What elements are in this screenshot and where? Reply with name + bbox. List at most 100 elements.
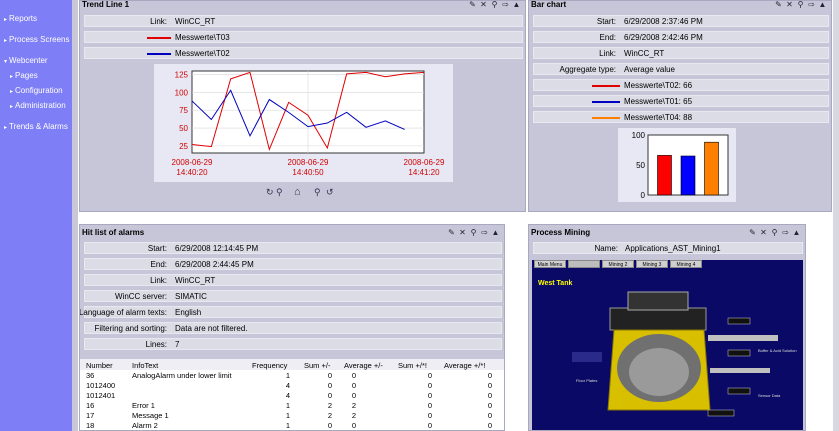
mining-name-label: Name: [594, 244, 618, 253]
alarm-info-label: WinCC server: [114, 292, 167, 301]
alarm-info-label: Filtering and sorting: [94, 324, 167, 333]
table-cell: 0 [351, 391, 356, 400]
trend-link-label: Link: [150, 17, 167, 26]
export-icon[interactable]: ⇨ [480, 228, 489, 237]
legend-swatch [147, 53, 171, 55]
table-cell: 0 [487, 391, 492, 400]
bar-info-row: Aggregate type: Average value [533, 63, 829, 75]
table-row[interactable]: 1012401 4 0 0 0 0 [80, 390, 504, 400]
mining-tank-graphic [572, 291, 778, 417]
table-cell: 0 [487, 371, 492, 380]
triangle-right-icon: ▸ [4, 17, 8, 23]
table-row[interactable]: 17 Message 1 1 2 2 0 0 [80, 410, 504, 420]
nav-item-process-screens[interactable]: ▸ Process Screens [4, 35, 69, 44]
edit-icon[interactable]: ✎ [748, 228, 757, 237]
export-icon[interactable]: ⇨ [501, 1, 510, 9]
bar-legend-row: Messwerte\T04: 88 [533, 111, 829, 123]
close-icon[interactable]: ✕ [785, 1, 794, 9]
nav-item-configuration[interactable]: ▸ Configuration [10, 86, 63, 95]
properties-icon[interactable]: ⚲ [490, 1, 499, 9]
alarm-column-header[interactable]: Sum +/*! [398, 361, 427, 370]
collapse-icon[interactable]: ▲ [792, 228, 801, 237]
nav-item-webcenter[interactable]: ▾ Webcenter [4, 56, 48, 65]
alarm-column-header[interactable]: InfoText [132, 361, 158, 370]
process-mining-screen[interactable]: Main Menu Mining 1 Mining 2 Mining 3 Mining … [532, 260, 803, 430]
nav-item-label: Webcenter [9, 56, 48, 65]
alarm-column-header[interactable]: Frequency [252, 361, 287, 370]
export-icon[interactable]: ⇨ [807, 1, 816, 9]
triangle-right-icon: ▸ [4, 125, 8, 131]
table-cell: 17 [86, 411, 95, 420]
alarm-column-header[interactable]: Number [86, 361, 113, 370]
bar-info-value: 6/29/2008 2:42:46 PM [624, 33, 703, 42]
alarm-column-header[interactable]: Sum +/- [304, 361, 330, 370]
table-cell: 0 [327, 371, 332, 380]
mining-name-row: Name: Applications_AST_Mining1 [533, 242, 803, 254]
x-tick-time: 14:41:20 [408, 168, 440, 177]
alarm-column-header[interactable]: Average +/*! [444, 361, 485, 370]
alarm-info-row: Lines: 7 [84, 338, 502, 350]
edit-icon[interactable]: ✎ [774, 1, 783, 9]
table-row[interactable]: 18 Alarm 2 1 0 0 0 0 [80, 420, 504, 430]
properties-icon[interactable]: ⚲ [469, 228, 478, 237]
legend-swatch [592, 117, 620, 119]
trend-legend-label-1: Messwerte\T03 [175, 33, 230, 42]
alarm-table: Number InfoText Frequency Sum +/- Average +/… [80, 359, 504, 430]
edit-icon[interactable]: ✎ [468, 1, 477, 9]
table-cell: 16 [86, 401, 95, 410]
trend-chart-area: 125 100 75 50 25 2008-06-29 14:40:20 2008-06-29… [154, 64, 453, 182]
zoom-reset-icon[interactable]: ↻ [266, 187, 274, 198]
alarm-info-row: Language of alarm texts: English [80, 306, 502, 318]
trend-panel-title: Trend Line 1 [82, 0, 130, 9]
close-icon[interactable]: ✕ [458, 228, 467, 237]
table-cell: 0 [351, 371, 356, 380]
nav-item-trends-alarms[interactable]: ▸ Trends & Alarms [4, 122, 68, 131]
table-cell: 2 [351, 401, 356, 410]
alarm-column-header[interactable]: Average +/- [344, 361, 383, 370]
nav-item-reports[interactable]: ▸ Reports [4, 14, 37, 23]
x-tick-date: 2008-06-29 [404, 158, 445, 167]
nav-item-administration[interactable]: ▸ Administration [10, 101, 66, 110]
mining-name-value: Applications_AST_Mining1 [625, 244, 721, 253]
alarm-info-label: Start: [147, 244, 167, 253]
nav-item-label: Reports [9, 14, 38, 23]
properties-icon[interactable]: ⚲ [770, 228, 779, 237]
table-row[interactable]: 36 AnalogAlarm under lower limit 1 0 0 0 0 [80, 370, 504, 380]
alarm-info-label: End: [150, 260, 167, 269]
vertical-scrollbar[interactable] [833, 0, 839, 431]
alarm-info-row: Filtering and sorting: Data are not filte… [84, 322, 502, 334]
export-icon[interactable]: ⇨ [781, 228, 790, 237]
edit-icon[interactable]: ✎ [447, 228, 456, 237]
collapse-icon[interactable]: ▲ [818, 1, 827, 9]
table-cell: 18 [86, 421, 95, 430]
trend-chart: 1251007550252008-06-2914:40:202008-06-29… [172, 70, 445, 177]
home-icon[interactable]: ⌂ [294, 186, 301, 198]
x-tick-time: 14:40:20 [176, 168, 208, 177]
bar-info-label: Link: [599, 49, 616, 58]
bar-legend-row: Messwerte\T02: 66 [533, 79, 829, 91]
table-cell: 1012401 [86, 391, 116, 400]
zoom-in-icon[interactable]: ⚲ [276, 187, 283, 198]
table-row[interactable]: 1012400 4 0 0 0 0 [80, 380, 504, 390]
bar-legend-row: Messwerte\T01: 65 [533, 95, 829, 107]
close-icon[interactable]: ✕ [759, 228, 768, 237]
table-cell: 1 [285, 411, 290, 420]
bar-info-row: End: 6/29/2008 2:42:46 PM [533, 31, 829, 43]
table-row[interactable]: 16 Error 1 1 2 2 0 0 [80, 400, 504, 410]
alarm-info-label: Link: [150, 276, 167, 285]
x-tick-date: 2008-06-29 [288, 158, 329, 167]
table-cell: 0 [427, 371, 432, 380]
nav-item-label: Trends & Alarms [9, 122, 68, 131]
trend-link-value: WinCC_RT [175, 17, 216, 26]
main-content: Trend Line 1 ✎ ✕ ⚲ ⇨ ▲ Link: WinCC_RT Messwe… [78, 0, 839, 431]
collapse-icon[interactable]: ▲ [512, 1, 521, 9]
mining-small-label-sensor: Sensor Data [758, 393, 781, 398]
nav-item-pages[interactable]: ▸ Pages [10, 71, 38, 80]
close-icon[interactable]: ✕ [479, 1, 488, 9]
refresh-icon[interactable]: ↺ [326, 187, 334, 198]
alarm-info-row: Link: WinCC_RT [84, 274, 502, 286]
zoom-out-icon[interactable]: ⚲ [314, 187, 321, 198]
collapse-icon[interactable]: ▲ [491, 228, 500, 237]
y-tick-label: 50 [179, 124, 188, 133]
properties-icon[interactable]: ⚲ [796, 1, 805, 9]
